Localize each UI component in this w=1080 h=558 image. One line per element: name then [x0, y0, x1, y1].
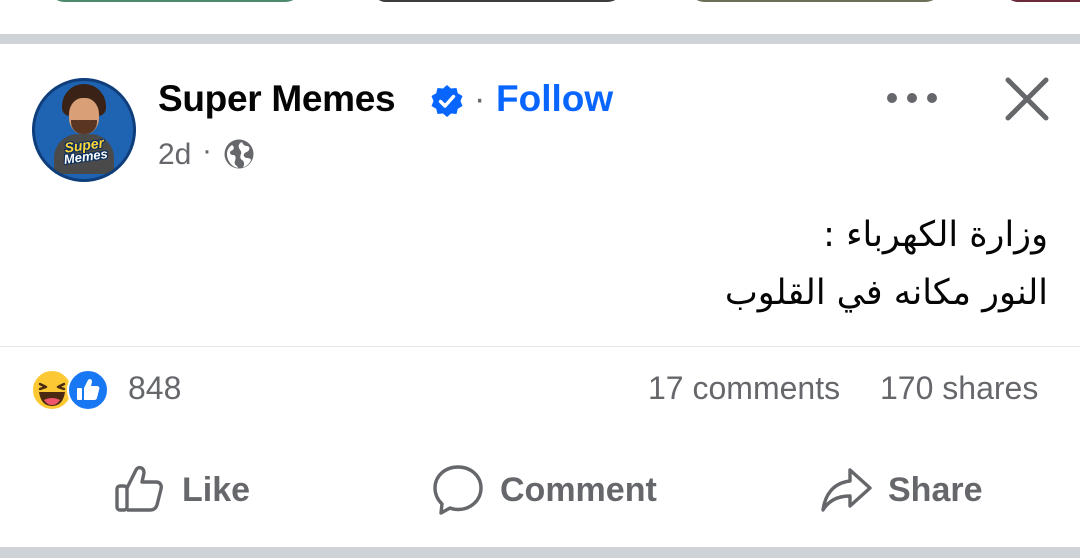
follow-button[interactable]: Follow: [496, 78, 613, 120]
like-reaction-icon: [67, 369, 109, 411]
shares-count[interactable]: 170 shares: [880, 370, 1038, 407]
story-thumb-edge: [1004, 0, 1080, 2]
comments-count[interactable]: 17 comments: [648, 370, 840, 407]
reaction-icons[interactable]: [30, 368, 120, 412]
like-label: Like: [182, 470, 251, 509]
meta-separator: ·: [202, 134, 212, 167]
header-separator: ·: [474, 80, 486, 118]
post-text: وزارة الكهرباء : النور مكانه في القلوب: [288, 206, 1048, 322]
story-thumb-edge: [50, 0, 300, 2]
comment-button[interactable]: Comment: [430, 458, 657, 522]
previous-content-strip: [0, 0, 1080, 34]
story-thumb-edge: [690, 0, 940, 2]
comment-label: Comment: [500, 470, 657, 509]
share-arrow-icon: [821, 468, 872, 512]
verified-badge-icon: [431, 85, 463, 117]
stats-divider: [0, 346, 1080, 347]
globe-icon[interactable]: [223, 138, 255, 170]
feed-separator: [0, 547, 1080, 558]
more-options-icon[interactable]: [884, 84, 940, 112]
share-button[interactable]: Share: [818, 458, 983, 522]
post-text-line: النور مكانه في القلوب: [724, 273, 1048, 313]
thumbs-up-icon: [115, 465, 163, 512]
avatar-ring: [32, 78, 136, 182]
like-button[interactable]: Like: [112, 458, 250, 522]
reaction-count[interactable]: 848: [128, 370, 181, 407]
story-thumb-edge: [372, 0, 622, 2]
close-icon[interactable]: [1002, 74, 1052, 124]
feed-separator: [0, 34, 1080, 44]
page-name[interactable]: Super Memes: [158, 78, 396, 120]
comment-bubble-icon: [433, 465, 483, 515]
post-timestamp[interactable]: 2d: [158, 138, 191, 172]
post-text-line: وزارة الكهرباء :: [823, 215, 1048, 255]
avatar[interactable]: Super Memes: [32, 78, 136, 182]
share-label: Share: [888, 470, 983, 509]
